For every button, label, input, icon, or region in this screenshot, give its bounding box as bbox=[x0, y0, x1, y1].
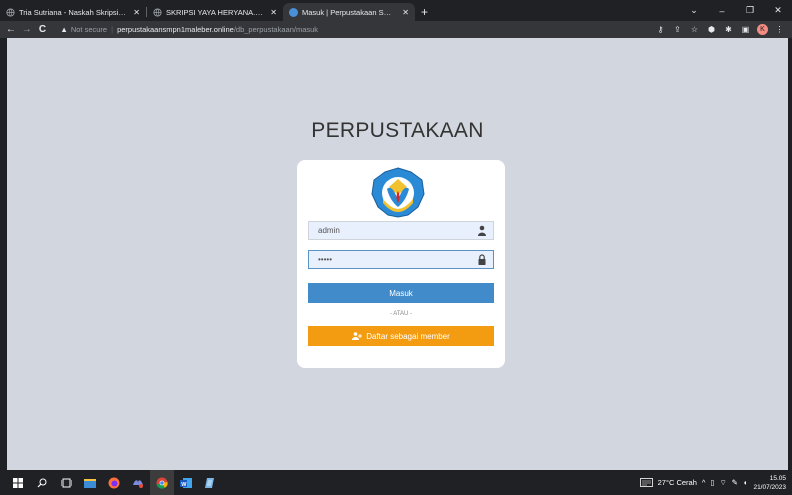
minimize-button[interactable]: – bbox=[708, 6, 736, 16]
tab-title: Masuk | Perpustakaan SMPN 1 Ma bbox=[302, 7, 396, 17]
notepad-icon[interactable] bbox=[198, 470, 222, 495]
address-bar[interactable]: ▲ Not secure | perpustakaansmpn1maleber.… bbox=[54, 22, 652, 37]
network-icon[interactable]: ⌔ bbox=[720, 478, 727, 488]
new-tab-button[interactable]: + bbox=[421, 3, 428, 21]
daftar-member-button[interactable]: Daftar sebagai member bbox=[308, 326, 494, 346]
volume-icon[interactable]: ◖ bbox=[743, 478, 748, 487]
clock-time: 15.05 bbox=[769, 474, 786, 482]
weather-icon[interactable] bbox=[639, 478, 653, 487]
taskview-icon[interactable] bbox=[54, 470, 78, 495]
password-value: ••••• bbox=[318, 255, 333, 264]
tutwuri-favicon-icon bbox=[289, 7, 298, 17]
maximize-button[interactable]: ❐ bbox=[736, 5, 764, 16]
tab-search-icon[interactable]: ⌄ bbox=[680, 5, 708, 16]
file-explorer-icon[interactable] bbox=[78, 470, 102, 495]
close-tab-icon[interactable]: ✕ bbox=[402, 8, 409, 17]
reload-button[interactable]: C bbox=[35, 24, 51, 35]
lock-icon bbox=[478, 254, 486, 265]
browser-toolbar: ← → C ▲ Not secure | perpustakaansmpn1ma… bbox=[0, 21, 792, 38]
shield-extension-icon[interactable]: ⬢ bbox=[703, 25, 720, 34]
word-icon[interactable]: W bbox=[174, 470, 198, 495]
login-card: admin ••••• Masuk - ATAU - Daftar sebaga… bbox=[297, 160, 505, 368]
system-tray: 27°C Cerah ^ ▯ ⌔ ✎ ◖ 15.05 21/07/2023 bbox=[639, 474, 792, 492]
password-field[interactable]: ••••• bbox=[308, 250, 494, 269]
tab-masuk-perpustakaan[interactable]: Masuk | Perpustakaan SMPN 1 Ma ✕ bbox=[283, 3, 415, 21]
tutwuri-handayani-logo bbox=[371, 167, 425, 218]
menu-icon[interactable]: ⋮ bbox=[771, 25, 788, 34]
username-field[interactable]: admin bbox=[308, 221, 494, 240]
address-path: /db_perpustakaan/masuk bbox=[233, 25, 319, 34]
address-separator: | bbox=[111, 25, 114, 34]
tab-title: Tria Sutriana - Naskah Skripsi Full bbox=[19, 7, 128, 17]
back-button[interactable]: ← bbox=[3, 24, 19, 35]
daftar-label: Daftar sebagai member bbox=[366, 331, 450, 341]
globe-icon bbox=[6, 7, 15, 17]
chrome-icon[interactable] bbox=[150, 470, 174, 495]
tab-skripsi-pdf[interactable]: SKRIPSI YAYA HERYANA.pdf ✕ bbox=[147, 3, 283, 21]
windows-taskbar: W 27°C Cerah ^ ▯ ⌔ ✎ ◖ 15.05 21/07/2023 bbox=[0, 470, 792, 495]
username-value: admin bbox=[318, 226, 340, 235]
masuk-button[interactable]: Masuk bbox=[308, 283, 494, 303]
security-label[interactable]: Not secure bbox=[71, 25, 107, 34]
add-user-icon bbox=[352, 332, 363, 340]
firefox-icon[interactable] bbox=[102, 470, 126, 495]
page-viewport: PERPUSTAKAAN admin ••••• Masuk - ATAU - … bbox=[7, 38, 788, 470]
clock[interactable]: 15.05 21/07/2023 bbox=[753, 474, 786, 492]
wavebox-icon[interactable] bbox=[126, 470, 150, 495]
clock-date: 21/07/2023 bbox=[753, 483, 786, 491]
sidepanel-icon[interactable]: ▣ bbox=[737, 25, 754, 34]
forward-button[interactable]: → bbox=[19, 24, 35, 35]
atau-divider: - ATAU - bbox=[389, 311, 413, 317]
chevron-up-icon[interactable]: ^ bbox=[702, 478, 706, 487]
battery-icon[interactable]: ▯ bbox=[710, 478, 714, 487]
svg-text:W: W bbox=[181, 481, 187, 487]
address-host: perpustakaansmpn1maleber.online bbox=[117, 25, 234, 34]
close-window-button[interactable]: ✕ bbox=[764, 5, 792, 16]
weather-text[interactable]: 27°C Cerah bbox=[658, 478, 697, 487]
tab-naskah-skripsi[interactable]: Tria Sutriana - Naskah Skripsi Full ✕ bbox=[0, 3, 146, 21]
tab-title: SKRIPSI YAYA HERYANA.pdf bbox=[166, 7, 265, 17]
toolbar-icons: ⚷ ⇪ ☆ ⬢ ✱ ▣ K ⋮ bbox=[652, 24, 792, 35]
window-controls: ⌄ – ❐ ✕ bbox=[680, 0, 792, 21]
pen-icon[interactable]: ✎ bbox=[732, 478, 738, 487]
share-icon[interactable]: ⇪ bbox=[669, 25, 686, 34]
close-tab-icon[interactable]: ✕ bbox=[270, 8, 277, 17]
profile-avatar[interactable]: K bbox=[757, 24, 768, 35]
windows-icon[interactable] bbox=[6, 470, 30, 495]
search-icon[interactable] bbox=[30, 470, 54, 495]
globe-icon bbox=[153, 7, 162, 17]
user-icon bbox=[478, 225, 486, 236]
star-icon[interactable]: ☆ bbox=[686, 25, 703, 34]
key-icon[interactable]: ⚷ bbox=[652, 25, 669, 34]
browser-tab-bar: Tria Sutriana - Naskah Skripsi Full ✕ SK… bbox=[0, 0, 792, 21]
warning-icon[interactable]: ▲ bbox=[60, 25, 67, 34]
puzzle-icon[interactable]: ✱ bbox=[720, 25, 737, 34]
close-tab-icon[interactable]: ✕ bbox=[133, 8, 140, 17]
page-title: PERPUSTAKAAN bbox=[311, 119, 484, 142]
